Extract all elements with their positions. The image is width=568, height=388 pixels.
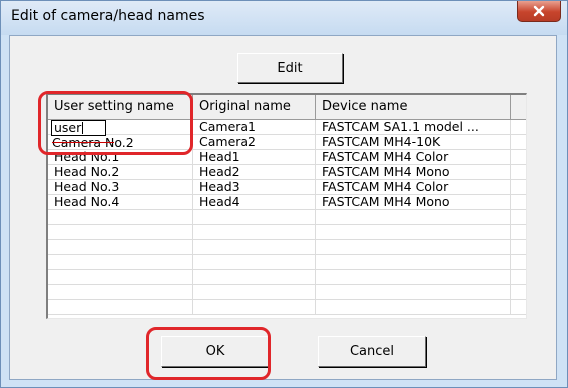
cell-user-setting-name[interactable]: Head No.4 <box>48 195 193 209</box>
cell-original-name[interactable]: Camera1 <box>193 120 316 134</box>
cell-empty[interactable] <box>511 165 526 179</box>
table-row[interactable] <box>48 225 526 240</box>
cell-device-name[interactable] <box>316 270 511 284</box>
column-header-empty <box>511 95 526 119</box>
cell-empty[interactable] <box>511 120 526 134</box>
cell-empty[interactable] <box>511 135 526 149</box>
cell-user-setting-name[interactable] <box>48 225 193 239</box>
cell-empty[interactable] <box>511 150 526 164</box>
cell-device-name[interactable] <box>316 285 511 299</box>
table-row[interactable]: Head No.4 Head4 FASTCAM MH4 Mono <box>48 195 526 210</box>
close-button[interactable] <box>517 1 561 22</box>
cell-original-name[interactable] <box>193 285 316 299</box>
cancel-button[interactable]: Cancel <box>318 336 426 367</box>
cell-user-setting-name[interactable]: Head No.2 <box>48 165 193 179</box>
cell-empty[interactable] <box>511 225 526 239</box>
cell-device-name[interactable]: FASTCAM MH4 Mono <box>316 165 511 179</box>
column-header-device-name[interactable]: Device name <box>316 95 511 119</box>
cell-device-name[interactable]: FASTCAM MH4 Mono <box>316 195 511 209</box>
cell-empty[interactable] <box>511 285 526 299</box>
cell-user-setting-name[interactable]: Head No.3 <box>48 180 193 194</box>
cell-original-name[interactable] <box>193 210 316 224</box>
cell-device-name[interactable]: FASTCAM SA1.1 model ... <box>316 120 511 134</box>
cell-original-name[interactable]: Head2 <box>193 165 316 179</box>
cell-device-name[interactable]: FASTCAM MH4 Color <box>316 180 511 194</box>
cell-user-setting-name[interactable] <box>48 285 193 299</box>
cell-original-name[interactable] <box>193 255 316 269</box>
window-title: Edit of camera/head names <box>11 8 205 24</box>
cell-device-name[interactable] <box>316 300 511 314</box>
cell-empty[interactable] <box>511 300 526 314</box>
edit-button[interactable]: Edit <box>237 53 343 83</box>
table-row[interactable] <box>48 240 526 255</box>
cell-original-name[interactable] <box>193 240 316 254</box>
column-header-original-name[interactable]: Original name <box>193 95 316 119</box>
cell-user-setting-name[interactable] <box>48 270 193 284</box>
title-bar[interactable]: Edit of camera/head names <box>1 1 567 35</box>
cell-user-setting-name[interactable] <box>48 300 193 314</box>
table-row[interactable]: Head No.2 Head2 FASTCAM MH4 Mono <box>48 165 526 180</box>
table-row[interactable] <box>48 210 526 225</box>
cell-original-name[interactable] <box>193 300 316 314</box>
cell-device-name[interactable]: FASTCAM MH4 Color <box>316 150 511 164</box>
cell-empty[interactable] <box>511 195 526 209</box>
cell-empty[interactable] <box>511 240 526 254</box>
cell-original-name[interactable]: Camera2 <box>193 135 316 149</box>
cell-device-name[interactable] <box>316 210 511 224</box>
dialog-body: Edit User setting name Original name Dev… <box>9 35 557 380</box>
cell-user-setting-name[interactable] <box>48 210 193 224</box>
cell-device-name[interactable] <box>316 255 511 269</box>
cell-device-name[interactable] <box>316 240 511 254</box>
cell-empty[interactable] <box>511 255 526 269</box>
cell-empty[interactable] <box>511 210 526 224</box>
cell-original-name[interactable]: Head4 <box>193 195 316 209</box>
cell-original-name[interactable] <box>193 225 316 239</box>
table-row[interactable]: Head No.3 Head3 FASTCAM MH4 Color <box>48 180 526 195</box>
cell-original-name[interactable]: Head1 <box>193 150 316 164</box>
highlight-user-setting-name <box>38 91 193 155</box>
cell-user-setting-name[interactable] <box>48 255 193 269</box>
table-row[interactable] <box>48 270 526 285</box>
close-icon <box>533 5 545 17</box>
cell-device-name[interactable]: FASTCAM MH4-10K <box>316 135 511 149</box>
table-row[interactable] <box>48 255 526 270</box>
cell-original-name[interactable] <box>193 270 316 284</box>
cell-empty[interactable] <box>511 270 526 284</box>
cell-empty[interactable] <box>511 180 526 194</box>
cell-device-name[interactable] <box>316 225 511 239</box>
table-row[interactable] <box>48 300 526 315</box>
cell-user-setting-name[interactable] <box>48 240 193 254</box>
highlight-ok-button <box>146 327 271 380</box>
table-row[interactable] <box>48 285 526 300</box>
cell-original-name[interactable]: Head3 <box>193 180 316 194</box>
